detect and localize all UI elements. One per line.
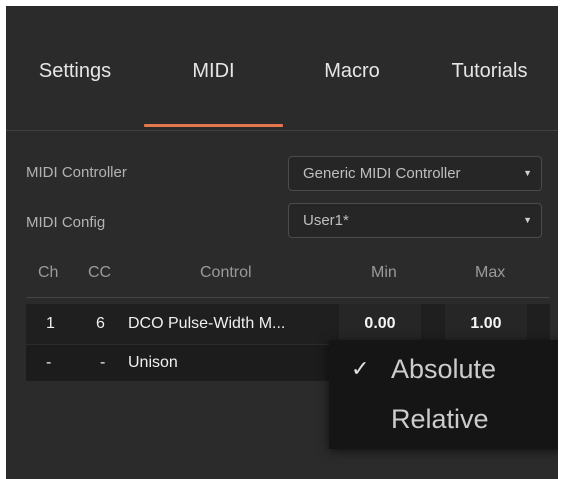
max-value-field[interactable]: 1.00: [445, 304, 527, 344]
checkmark-icon: ✓: [351, 356, 370, 381]
row-cc: -: [100, 354, 106, 371]
active-tab-indicator: [144, 124, 283, 127]
chevron-down-icon: ▼: [523, 168, 532, 178]
midi-controller-label: MIDI Controller: [26, 164, 127, 181]
column-header-cc: CC: [88, 264, 112, 281]
tab-tutorials[interactable]: Tutorials: [421, 6, 558, 130]
row-cc: 6: [96, 315, 105, 332]
midi-config-dropdown[interactable]: User1* ▼: [288, 203, 542, 238]
midi-config-label: MIDI Config: [26, 214, 106, 231]
tab-macro[interactable]: Macro: [283, 6, 421, 130]
tab-bar: Settings MIDI Macro Tutorials: [6, 6, 558, 130]
column-header-ch: Ch: [38, 264, 59, 281]
tabs-divider: [6, 130, 558, 131]
context-menu: ✓ Absolute Relative: [329, 340, 558, 449]
row-control: Unison: [128, 354, 178, 371]
column-header-max: Max: [475, 264, 506, 281]
midi-settings-panel: Settings MIDI Macro Tutorials MIDI Contr…: [6, 6, 558, 479]
header-divider: [26, 297, 550, 298]
tab-midi[interactable]: MIDI: [144, 6, 283, 130]
menu-item-label: Relative: [391, 404, 489, 434]
column-header-control: Control: [200, 264, 252, 281]
chevron-down-icon: ▼: [523, 215, 532, 225]
row-ch: 1: [46, 315, 55, 332]
midi-config-value: User1*: [303, 212, 349, 229]
column-header-min: Min: [371, 264, 397, 281]
menu-item-relative[interactable]: Relative: [329, 394, 558, 444]
min-value-field[interactable]: 0.00: [339, 304, 421, 344]
table-row[interactable]: 1 6 DCO Pulse-Width M... 0.00 1.00: [26, 304, 550, 344]
menu-item-absolute[interactable]: ✓ Absolute: [329, 344, 558, 394]
tab-settings[interactable]: Settings: [6, 6, 144, 130]
row-ch: -: [46, 354, 52, 371]
menu-item-label: Absolute: [391, 354, 497, 384]
row-control: DCO Pulse-Width M...: [128, 315, 286, 332]
midi-controller-value: Generic MIDI Controller: [303, 165, 461, 182]
midi-controller-dropdown[interactable]: Generic MIDI Controller ▼: [288, 156, 542, 191]
